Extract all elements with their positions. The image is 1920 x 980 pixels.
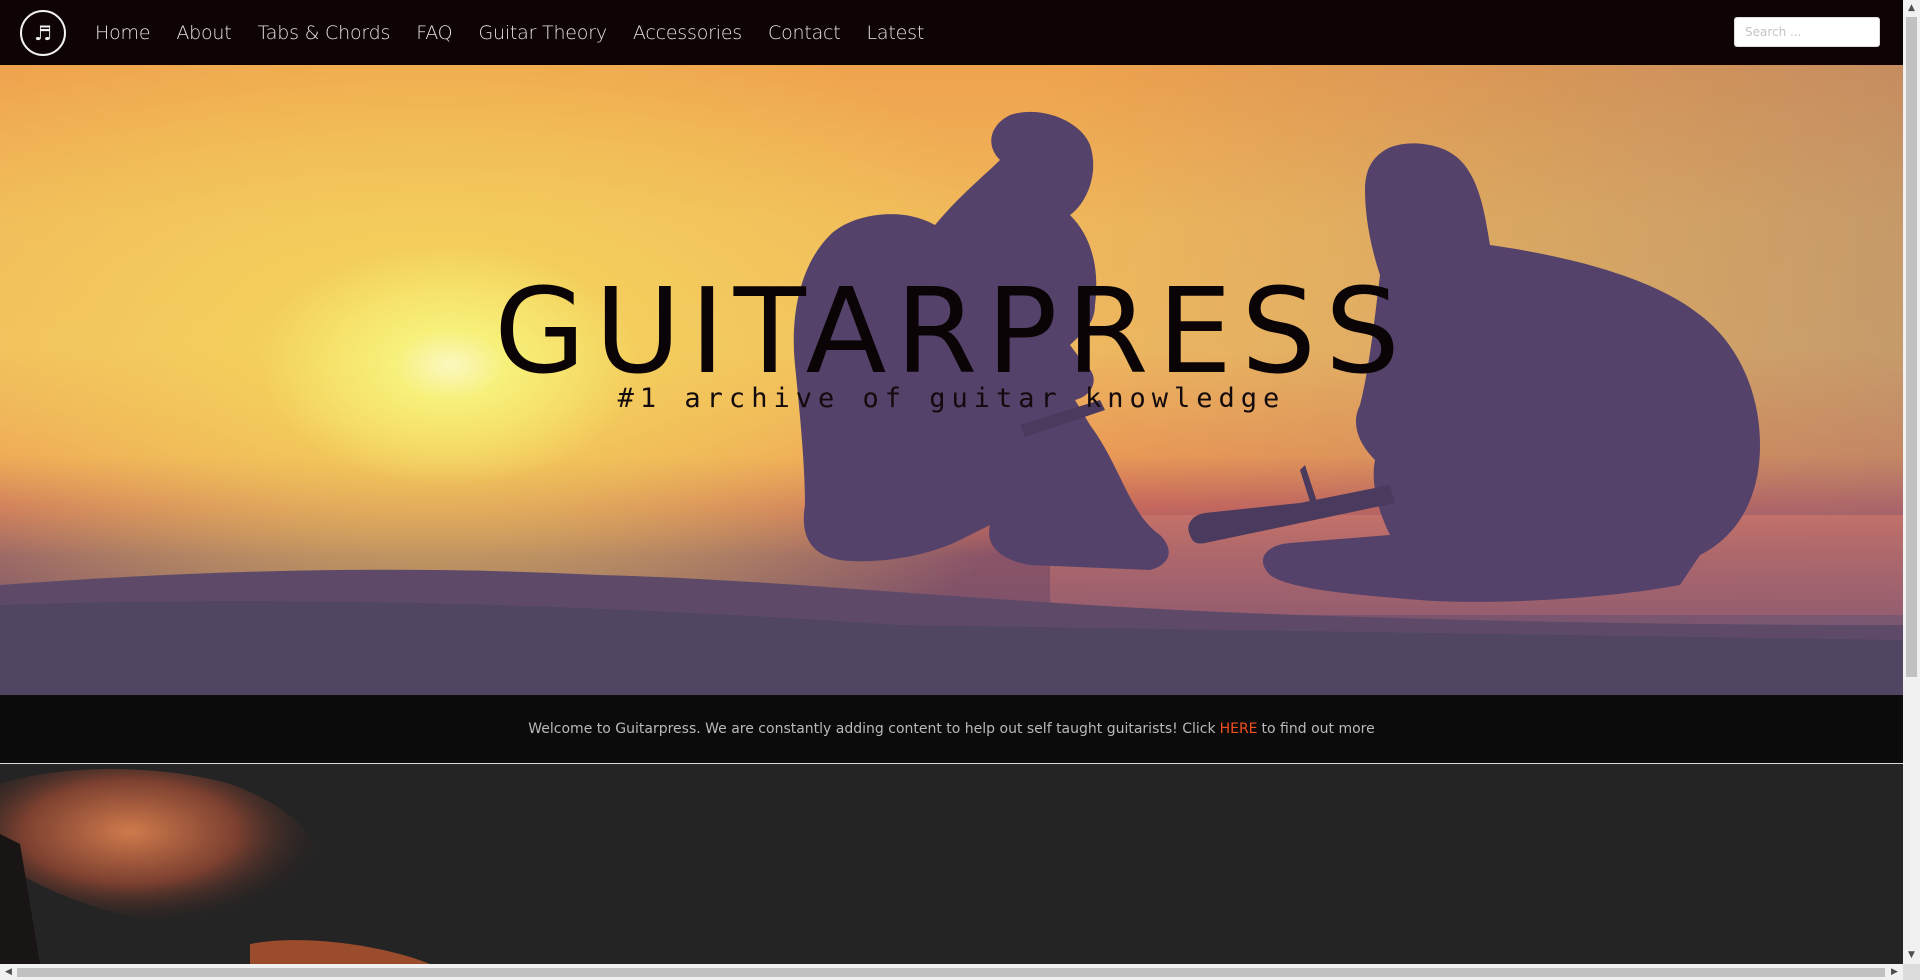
nav-item-tabs-chords[interactable]: Tabs & Chords [258, 22, 391, 44]
find-out-more-link[interactable]: HERE [1220, 721, 1258, 737]
scroll-up-arrow-icon[interactable]: ▲ [1903, 0, 1920, 17]
nav-item-contact[interactable]: Contact [768, 22, 841, 44]
welcome-strip: Welcome to Guitarpress. We are constantl… [0, 695, 1903, 764]
horizontal-scrollbar-thumb[interactable] [17, 968, 1885, 977]
scroll-left-arrow-icon[interactable]: ◀ [0, 964, 17, 980]
logo-glyph: ♬ [34, 21, 52, 45]
scroll-right-arrow-icon[interactable]: ▶ [1886, 964, 1903, 980]
search-input[interactable] [1734, 17, 1880, 47]
nav-item-home[interactable]: Home [95, 22, 151, 44]
vertical-scrollbar-thumb[interactable] [1906, 17, 1917, 677]
scroll-down-arrow-icon[interactable]: ▼ [1903, 947, 1920, 964]
main-nav: Home About Tabs & Chords FAQ Guitar Theo… [95, 0, 950, 65]
scrollbar-corner [1903, 964, 1920, 980]
nav-item-guitar-theory[interactable]: Guitar Theory [478, 22, 607, 44]
top-navigation-bar: ♬ Home About Tabs & Chords FAQ Guitar Th… [0, 0, 1903, 65]
nav-item-accessories[interactable]: Accessories [633, 22, 742, 44]
welcome-text-after: to find out more [1261, 721, 1375, 737]
welcome-text-before: Welcome to Guitarpress. We are constantl… [528, 721, 1216, 737]
vertical-scrollbar[interactable]: ▲ ▼ [1903, 0, 1920, 964]
hero-subtitle: #1 archive of guitar knowledge [617, 383, 1286, 414]
nav-item-faq[interactable]: FAQ [416, 22, 452, 44]
nav-item-latest[interactable]: Latest [867, 22, 925, 44]
hero-banner: GUITARPRESS #1 archive of guitar knowled… [0, 65, 1903, 695]
hero-title: GUITARPRESS [494, 262, 1409, 400]
content-section-image [0, 764, 1903, 964]
nav-item-about[interactable]: About [176, 22, 231, 44]
guitar-closeup-image [0, 769, 430, 964]
horizontal-scrollbar[interactable]: ◀ ▶ [0, 964, 1903, 980]
music-note-icon[interactable]: ♬ [20, 10, 66, 56]
